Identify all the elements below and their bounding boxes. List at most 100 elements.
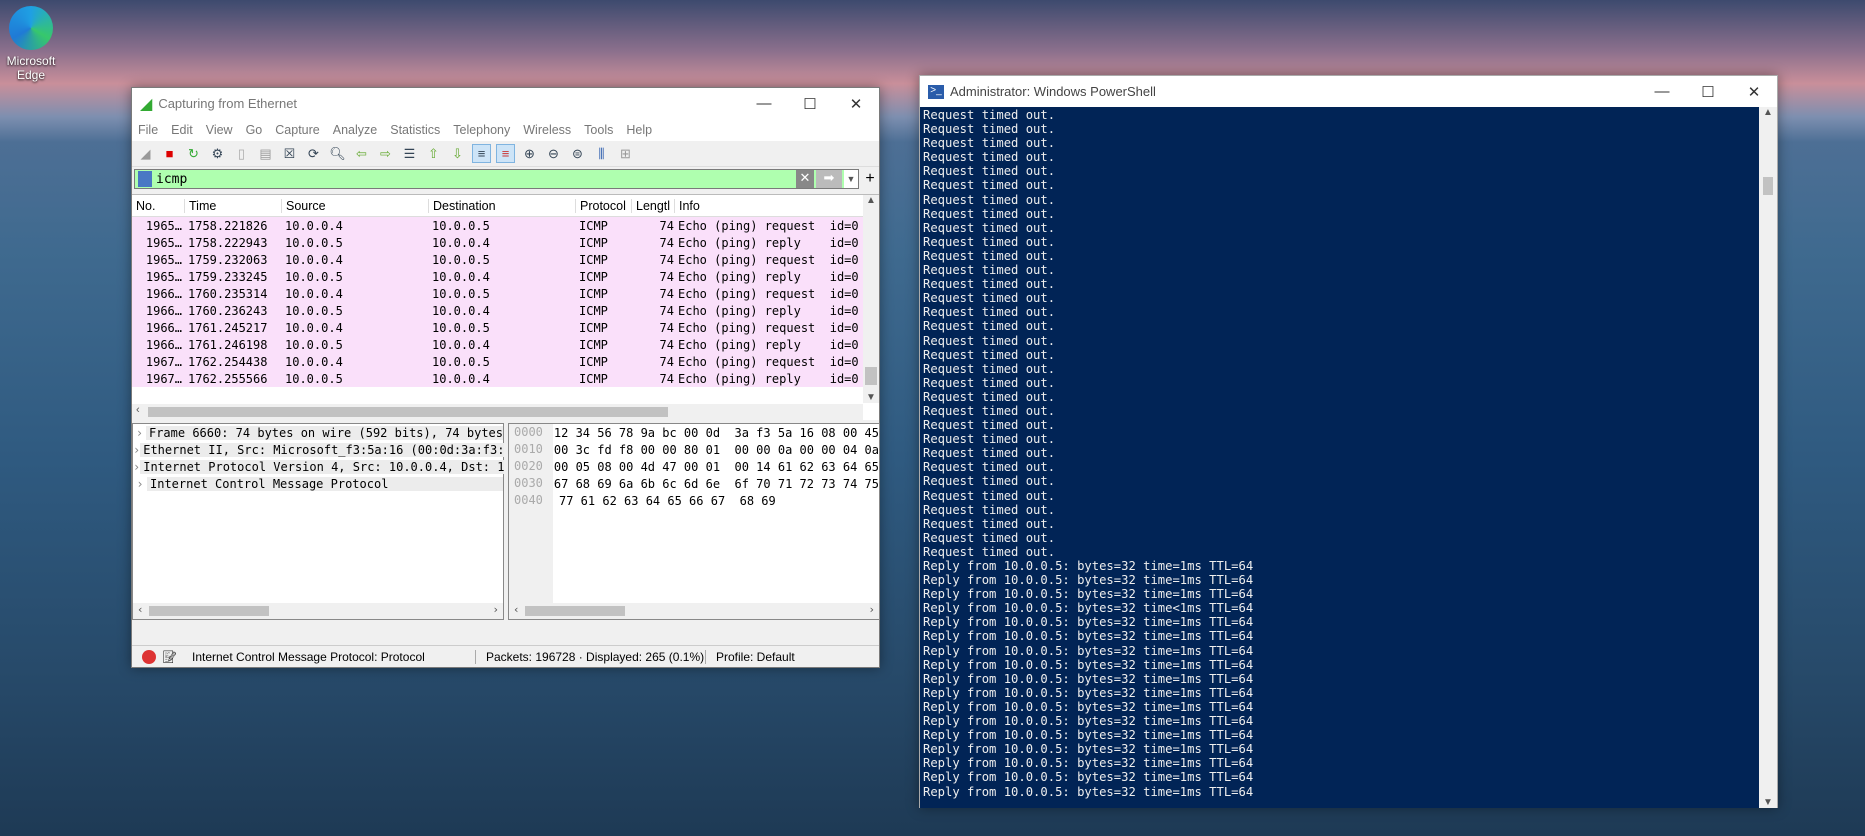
packet-bytes-pane: 0000 12 34 56 78 9a bc 00 0d 3a f3 5a 16 … xyxy=(508,423,880,620)
zoom-in-icon[interactable]: ⊕ xyxy=(520,144,539,163)
stop-capture-icon[interactable]: ■ xyxy=(160,144,179,163)
expand-chevron-icon[interactable]: › xyxy=(133,426,146,440)
open-file-icon[interactable]: ▯ xyxy=(232,144,251,163)
packet-row[interactable]: 1965… 1758.222943 10.0.0.5 10.0.0.4 ICMP 74 Ec… xyxy=(132,234,879,251)
column-header[interactable]: Time xyxy=(184,198,281,213)
column-header[interactable]: Lengtl xyxy=(631,198,674,213)
apply-filter-icon[interactable]: ➡ xyxy=(816,170,842,188)
expand-chevron-icon[interactable]: › xyxy=(133,477,147,491)
menu-statistics[interactable]: Statistics xyxy=(390,123,440,137)
expand-chevron-icon[interactable]: › xyxy=(133,460,140,474)
menu-telephony[interactable]: Telephony xyxy=(453,123,510,137)
colorize-icon[interactable]: ≡ xyxy=(496,144,515,163)
hex-bytes[interactable]: 00 05 08 00 4d 47 00 01 00 14 61 62 63 6… xyxy=(548,460,879,474)
detail-tree-item[interactable]: › Internet Protocol Version 4, Src: 10.0.… xyxy=(133,458,505,475)
detail-tree-item[interactable]: › Ethernet II, Src: Microsoft_f3:5a:16 (0… xyxy=(133,441,505,458)
console-output[interactable]: Request timed out. Request timed out. Requ… xyxy=(920,107,1760,808)
packet-row[interactable]: 1966… 1761.245217 10.0.0.4 10.0.0.5 ICMP 74 Ec… xyxy=(132,319,879,336)
column-header[interactable]: Source xyxy=(281,198,428,213)
maximize-button[interactable]: ☐ xyxy=(1685,83,1731,101)
packet-cell: ICMP xyxy=(579,286,608,301)
vertical-scrollbar[interactable]: ▲ ▼ xyxy=(863,195,879,403)
restart-capture-icon[interactable]: ↻ xyxy=(184,144,203,163)
display-filter-input[interactable]: icmp ✕ ➡ ▼ xyxy=(134,169,859,189)
start-capture-icon[interactable]: ◢ xyxy=(136,144,155,163)
close-button[interactable]: ✕ xyxy=(833,95,879,113)
go-to-packet-icon[interactable]: ☰ xyxy=(400,144,419,163)
menu-file[interactable]: File xyxy=(138,123,158,137)
packet-row[interactable]: 1965… 1759.233245 10.0.0.5 10.0.0.4 ICMP 74 Ec… xyxy=(132,268,879,285)
minimize-button[interactable]: — xyxy=(1639,83,1685,100)
hex-bytes[interactable]: 77 61 62 63 64 65 66 67 68 69 xyxy=(553,494,776,508)
zoom-out-icon[interactable]: ⊖ xyxy=(544,144,563,163)
filter-history-dropdown[interactable]: ▼ xyxy=(844,170,858,188)
hex-row: 0040 77 61 62 63 64 65 66 67 68 69 xyxy=(509,492,879,509)
menu-edit[interactable]: Edit xyxy=(171,123,193,137)
horizontal-scrollbar[interactable]: ‹ xyxy=(132,404,863,420)
menu-help[interactable]: Help xyxy=(626,123,652,137)
packet-cell: 1966… xyxy=(145,303,182,318)
column-header[interactable]: No. xyxy=(132,199,184,213)
last-packet-icon[interactable]: ⇩ xyxy=(448,144,467,163)
menu-capture[interactable]: Capture xyxy=(275,123,319,137)
edit-comment-icon[interactable]: 📝︎ xyxy=(162,650,180,664)
menu-wireless[interactable]: Wireless xyxy=(523,123,571,137)
packet-cell: 10.0.0.5 xyxy=(432,252,490,267)
packet-row[interactable]: 1966… 1761.246198 10.0.0.5 10.0.0.4 ICMP 74 Ec… xyxy=(132,336,879,353)
console-line: Request timed out. xyxy=(923,305,1056,320)
packet-row[interactable]: 1967… 1762.254438 10.0.0.4 10.0.0.5 ICMP 74 Ec… xyxy=(132,353,879,370)
hex-bytes[interactable]: 00 3c fd f8 00 00 80 01 00 00 0a 00 00 0… xyxy=(548,443,879,457)
clear-filter-icon[interactable]: ✕ xyxy=(796,170,814,188)
desktop-icon-edge[interactable]: Microsoft Edge xyxy=(4,6,58,82)
menu-analyze[interactable]: Analyze xyxy=(333,123,377,137)
hex-bytes[interactable]: 12 34 56 78 9a bc 00 0d 3a f3 5a 16 08 0… xyxy=(548,426,879,440)
filter-value[interactable]: icmp xyxy=(156,172,796,187)
close-button[interactable]: ✕ xyxy=(1731,83,1777,101)
expand-chevron-icon[interactable]: › xyxy=(133,443,140,457)
menu-tools[interactable]: Tools xyxy=(584,123,613,137)
detail-tree-item[interactable]: › Internet Control Message Protocol xyxy=(133,475,503,492)
packet-row[interactable]: 1966… 1760.236243 10.0.0.5 10.0.0.4 ICMP 74 Ec… xyxy=(132,302,879,319)
find-packet-icon[interactable]: 🔍︎ xyxy=(328,144,347,163)
packet-cell: 74 xyxy=(659,235,674,250)
go-forward-icon[interactable]: ⇨ xyxy=(376,144,395,163)
packet-row[interactable]: 1965… 1759.232063 10.0.0.4 10.0.0.5 ICMP 74 Ec… xyxy=(132,251,879,268)
console-line: Request timed out. xyxy=(923,248,1056,263)
vertical-scrollbar[interactable]: ▲ ▼ xyxy=(1759,107,1777,808)
console-line: Request timed out. xyxy=(923,432,1056,447)
packet-cell: 1967… xyxy=(145,371,182,386)
column-header[interactable]: Info xyxy=(674,198,864,213)
maximize-button[interactable]: ☐ xyxy=(787,95,833,113)
bookmark-icon[interactable] xyxy=(138,171,152,187)
menu-go[interactable]: Go xyxy=(246,123,263,137)
menu-view[interactable]: View xyxy=(206,123,233,137)
detail-tree-item[interactable]: › Frame 6660: 74 bytes on wire (592 bits)… xyxy=(133,424,503,441)
layout-icon[interactable]: ⊞ xyxy=(616,144,635,163)
reload-file-icon[interactable]: ⟳ xyxy=(304,144,323,163)
packet-row[interactable]: 1966… 1760.235314 10.0.0.4 10.0.0.5 ICMP 74 Ec… xyxy=(132,285,879,302)
packet-cell: 1760.236243 xyxy=(188,303,268,318)
console-line: Request timed out. xyxy=(923,418,1056,433)
packet-row[interactable]: 1965… 1758.221826 10.0.0.4 10.0.0.5 ICMP 74 Ec… xyxy=(132,217,879,234)
packet-cell: ICMP xyxy=(579,320,608,335)
minimize-button[interactable]: — xyxy=(741,95,787,112)
packet-cell: 10.0.0.5 xyxy=(285,303,343,318)
add-filter-button[interactable]: + xyxy=(861,170,879,188)
status-profile[interactable]: Profile: Default xyxy=(705,649,795,664)
close-file-icon[interactable]: ☒ xyxy=(280,144,299,163)
normal-size-icon[interactable]: ⊜ xyxy=(568,144,587,163)
details-horizontal-scrollbar[interactable]: ‹ › xyxy=(133,603,503,619)
capture-status-icon[interactable] xyxy=(142,649,156,664)
console-line: Request timed out. xyxy=(923,530,1056,545)
resize-columns-icon[interactable]: ⫼ xyxy=(592,144,611,163)
bytes-horizontal-scrollbar[interactable]: ‹ › xyxy=(509,603,879,619)
hex-bytes[interactable]: 67 68 69 6a 6b 6c 6d 6e 6f 70 71 72 73 7… xyxy=(548,477,879,491)
column-header[interactable]: Destination xyxy=(428,198,575,213)
save-file-icon[interactable]: ▤ xyxy=(256,144,275,163)
packet-row[interactable]: 1967… 1762.255566 10.0.0.5 10.0.0.4 ICMP 74 Ec… xyxy=(132,370,879,387)
go-back-icon[interactable]: ⇦ xyxy=(352,144,371,163)
autoscroll-icon[interactable]: ≡ xyxy=(472,144,491,163)
capture-options-icon[interactable]: ⚙ xyxy=(208,144,227,163)
first-packet-icon[interactable]: ⇧ xyxy=(424,144,443,163)
column-header[interactable]: Protocol xyxy=(575,198,631,213)
